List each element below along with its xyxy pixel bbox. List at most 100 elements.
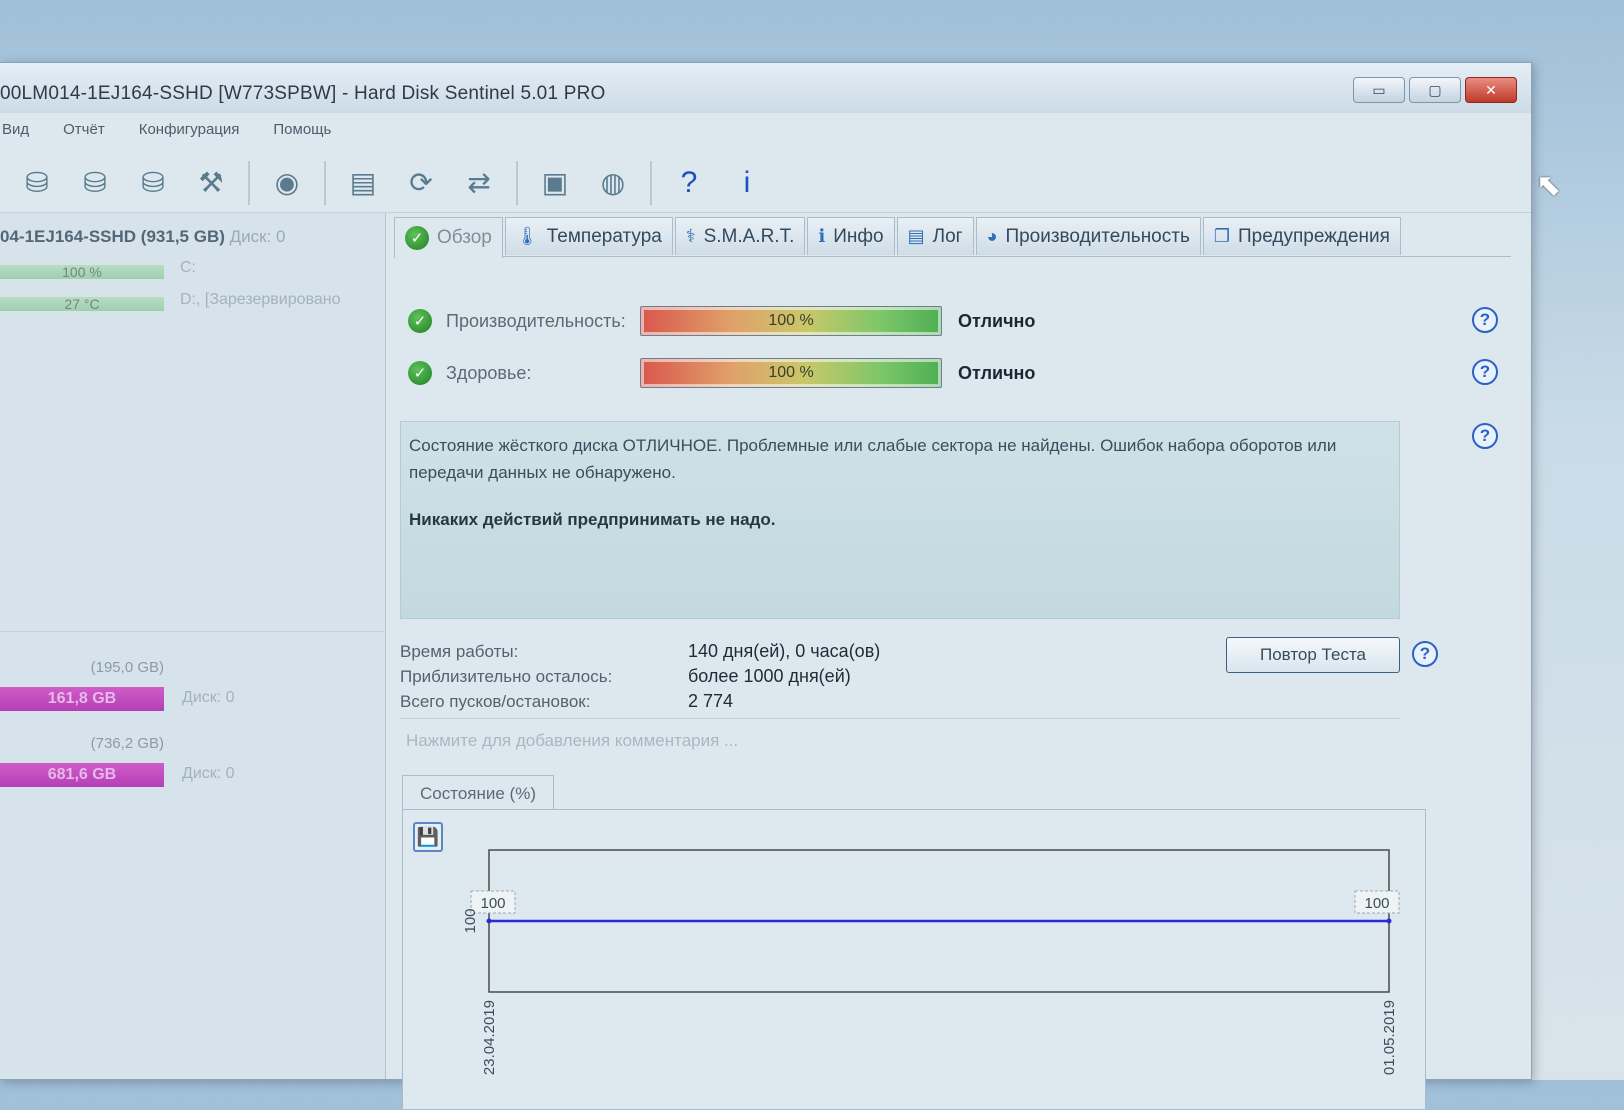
thermometer-icon: 🌡 [515, 226, 539, 246]
help-icon[interactable]: ? [662, 158, 716, 208]
tab-label: S.M.A.R.T. [703, 225, 795, 247]
state-text: Состояние жёсткого диска ОТЛИЧНОЕ. Пробл… [409, 436, 1337, 482]
network-icon[interactable]: ⇄ [452, 158, 506, 208]
performance-row: ✓ Производительность: 100 % Отлично [408, 303, 1035, 339]
check-icon: ✓ [408, 309, 432, 333]
state-chart: 100 10010023.04.2019 01.05.2019 [462, 849, 1400, 1075]
performance-meter: 100 % [640, 306, 942, 336]
close-button[interactable]: ✕ [1465, 77, 1517, 103]
gauge-icon: ◕ [986, 226, 998, 246]
sidebar-divider [0, 631, 384, 632]
menu-view[interactable]: Вид [2, 115, 29, 143]
check-icon: ✓ [405, 226, 429, 250]
tab-temperature[interactable]: 🌡 Температура [504, 217, 673, 255]
drive-item[interactable]: 04-1EJ164-SSHD (931,5 GB) Диск: 0 [0, 227, 285, 247]
mouse-pointer-icon: ⬉ [1536, 169, 1562, 202]
tab-warnings[interactable]: ❐ Предупреждения [1202, 217, 1401, 255]
globe-icon[interactable]: ◉ [260, 158, 314, 208]
state-description: Состояние жёсткого диска ОТЛИЧНОЕ. Пробл… [400, 421, 1400, 619]
tab-performance[interactable]: ◕ Производительность [975, 217, 1201, 255]
disk-test-icon[interactable]: ⛁ [68, 158, 122, 208]
disk-tools-icon[interactable]: ⚒ [184, 158, 238, 208]
tab-log[interactable]: ▤ Лог [896, 217, 974, 255]
temperature-bar: 27 °C [0, 297, 164, 311]
partition-free-bar[interactable]: 161,8 GB [0, 687, 164, 711]
tab-label: Температура [546, 225, 662, 247]
health-label: Здоровье: [446, 362, 532, 383]
starts-label: Всего пусков/остановок: [400, 691, 591, 711]
tab-smart[interactable]: ⚕ S.M.A.R.T. [674, 217, 806, 255]
main-content: ✓ Обзор 🌡 Температура ⚕ S.M.A.R.T. ℹ Инф… [394, 213, 1511, 1109]
info-icon: ℹ [818, 226, 826, 246]
partition-free-bar[interactable]: 681,6 GB [0, 763, 164, 787]
tab-state-chart[interactable]: Состояние (%) [402, 775, 554, 811]
state-action: Никаких действий предпринимать не надо. [409, 510, 776, 529]
x-tick-label: 01.05.2019 [1381, 1000, 1398, 1075]
tab-label: Обзор [437, 227, 492, 248]
data-point [1386, 918, 1392, 924]
monitor-icon[interactable]: ▣ [528, 158, 582, 208]
menu-help[interactable]: Помощь [273, 115, 331, 143]
health-row: ✓ Здоровье: 100 % Отлично [408, 355, 1035, 391]
toolbar-separator [516, 160, 518, 205]
data-label: 100 [480, 895, 505, 912]
help-icon[interactable]: ? [1412, 641, 1438, 667]
menu-bar: Вид Отчёт Конфигурация Помощь [0, 115, 1531, 143]
menu-report[interactable]: Отчёт [63, 115, 105, 143]
tab-overview[interactable]: ✓ Обзор [394, 217, 503, 258]
tab-label: Инфо [833, 225, 884, 247]
disk-add-icon[interactable]: ⛁ [126, 158, 180, 208]
help-icon[interactable]: ? [1472, 359, 1498, 385]
tab-info[interactable]: ℹ Инфо [807, 217, 895, 255]
data-label: 100 [1364, 895, 1389, 912]
info-icon[interactable]: i [720, 158, 774, 208]
toolbar-separator [324, 160, 326, 205]
y-tick-label: 100 [462, 908, 479, 933]
drive-name: 04-1EJ164-SSHD (931,5 GB) [0, 227, 225, 246]
tab-bar: ✓ Обзор 🌡 Температура ⚕ S.M.A.R.T. ℹ Инф… [394, 217, 1511, 258]
retest-button[interactable]: Повтор Теста [1226, 637, 1400, 673]
remaining-label: Приблизительно осталось: [400, 666, 613, 686]
sync-icon[interactable]: ⟳ [394, 158, 448, 208]
partition-disk-label: Диск: 0 [182, 689, 235, 706]
partition-disk-label: Диск: 0 [182, 765, 235, 782]
health-status: Отлично [958, 362, 1036, 383]
maximize-button[interactable]: ▢ [1409, 77, 1461, 103]
tab-label: Производительность [1005, 225, 1190, 247]
partition-size: (195,0 GB) [90, 659, 164, 676]
disk-stats: Время работы: 140 дня(ей), 0 часа(ов) Пр… [400, 639, 880, 714]
data-point [486, 918, 492, 924]
performance-label: Производительность: [446, 310, 626, 331]
divider [400, 718, 1400, 719]
x-tick-label: 23.04.2019 [481, 1000, 498, 1075]
health-meter: 100 % [640, 358, 942, 388]
check-icon: ✓ [408, 361, 432, 385]
toolbar-separator [650, 160, 652, 205]
partition-size: (736,2 GB) [90, 735, 164, 752]
remaining-value: более 1000 дня(ей) [688, 666, 851, 686]
app-window: 00LM014-1EJ164-SSHD [W773SPBW] - Hard Di… [0, 62, 1532, 1109]
volume-d-label: D:, [Зарезервировано [180, 291, 341, 308]
uptime-label: Время работы: [400, 641, 519, 661]
log-icon: ▤ [907, 226, 925, 246]
help-icon[interactable]: ? [1472, 423, 1498, 449]
window-title: 00LM014-1EJ164-SSHD [W773SPBW] - Hard Di… [0, 83, 606, 104]
minimize-button[interactable]: ▭ [1353, 77, 1405, 103]
report-icon[interactable]: ▤ [336, 158, 390, 208]
title-bar[interactable]: 00LM014-1EJ164-SSHD [W773SPBW] - Hard Di… [0, 63, 1531, 113]
volume-c-label: C: [180, 259, 196, 276]
tab-label: Предупреждения [1238, 225, 1390, 247]
comment-field[interactable]: Нажмите для добавления комментария ... [406, 731, 738, 751]
backup-icon[interactable]: ◍ [586, 158, 640, 208]
state-chart-panel: 💾 100 100 100 23.04.2019 01.05.2019 [402, 809, 1426, 1109]
help-icon[interactable]: ? [1472, 307, 1498, 333]
starts-value: 2 774 [688, 691, 734, 711]
uptime-value: 140 дня(ей), 0 часа(ов) [688, 641, 881, 661]
toolbar: ⛁ ⛁ ⛁ ⚒ ◉ ▤ ⟳ ⇄ ▣ ◍ ? i [0, 153, 1531, 213]
drive-disk-label: Диск: 0 [229, 227, 286, 246]
health-bar: 100 % [0, 265, 164, 279]
toolbar-separator [248, 160, 250, 205]
menu-config[interactable]: Конфигурация [139, 115, 240, 143]
disk-sidebar: 04-1EJ164-SSHD (931,5 GB) Диск: 0 100 % … [0, 213, 386, 1079]
disk-refresh-icon[interactable]: ⛁ [10, 158, 64, 208]
